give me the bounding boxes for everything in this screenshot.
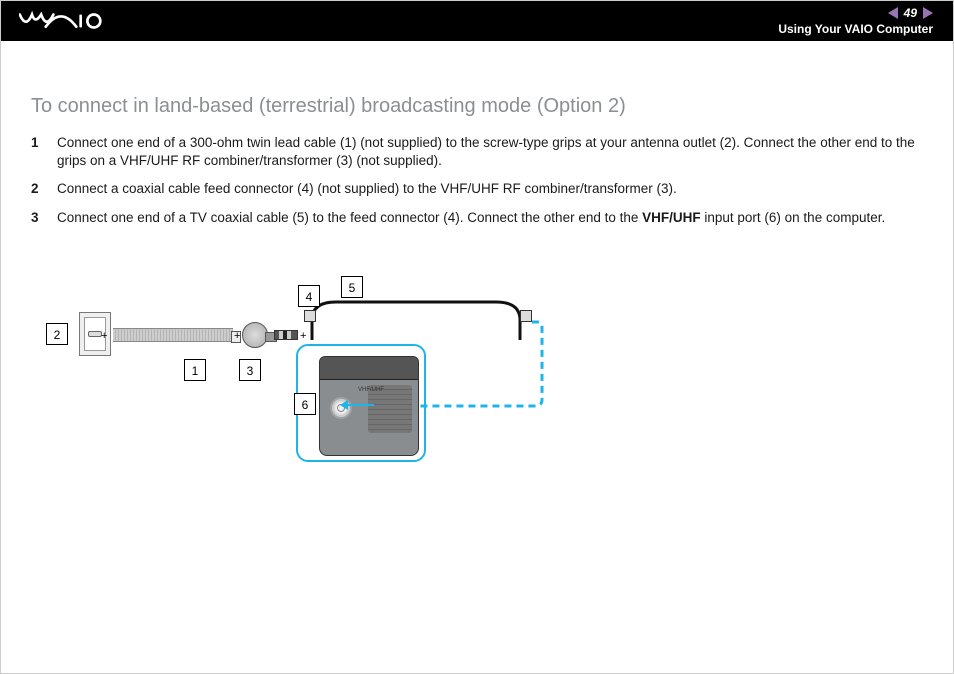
step-number: 3 — [31, 209, 43, 227]
port-label: VHF/UHF — [358, 387, 384, 393]
diagram-label-2: 2 — [46, 323, 68, 345]
page-navigation: 49 — [778, 6, 933, 21]
step-number: 1 — [31, 134, 43, 170]
page-content: To connect in land-based (terrestrial) b… — [1, 41, 953, 227]
prev-page-icon[interactable] — [888, 7, 898, 19]
diagram-label-6: 6 — [294, 393, 316, 415]
computer-device: VHF/UHF — [319, 356, 419, 456]
page-header: 49 Using Your VAIO Computer — [1, 1, 953, 41]
plus-icon: + — [234, 330, 240, 342]
arrow-into-port-icon — [346, 404, 374, 406]
next-page-icon[interactable] — [923, 7, 933, 19]
step-2: 2 Connect a coaxial cable feed connector… — [31, 180, 923, 198]
step-number: 2 — [31, 180, 43, 198]
diagram-label-4: 4 — [298, 285, 320, 307]
page-title: To connect in land-based (terrestrial) b… — [31, 95, 923, 118]
diagram-label-1: 1 — [184, 359, 206, 381]
step-text: Connect one end of a TV coaxial cable (5… — [57, 209, 885, 227]
header-section-name: Using Your VAIO Computer — [778, 22, 933, 37]
step-3: 3 Connect one end of a TV coaxial cable … — [31, 209, 923, 227]
step-1: 1 Connect one end of a 300-ohm twin lead… — [31, 134, 923, 170]
plus-icon: + — [101, 330, 107, 342]
diagram-label-5: 5 — [341, 276, 363, 298]
page-number: 49 — [904, 6, 917, 21]
twin-lead-cable — [113, 328, 233, 342]
vaio-logo — [19, 11, 103, 31]
step-text: Connect one end of a 300-ohm twin lead c… — [57, 134, 923, 170]
step-text: Connect a coaxial cable feed connector (… — [57, 180, 677, 198]
feed-connector — [274, 330, 298, 340]
rf-combiner — [242, 322, 268, 348]
steps-list: 1 Connect one end of a 300-ohm twin lead… — [31, 134, 923, 227]
diagram-label-3: 3 — [239, 359, 261, 381]
coax-end-icon — [304, 310, 316, 322]
connection-diagram: + + + VHF/UHF 1 2 3 4 5 6 — [46, 276, 546, 466]
